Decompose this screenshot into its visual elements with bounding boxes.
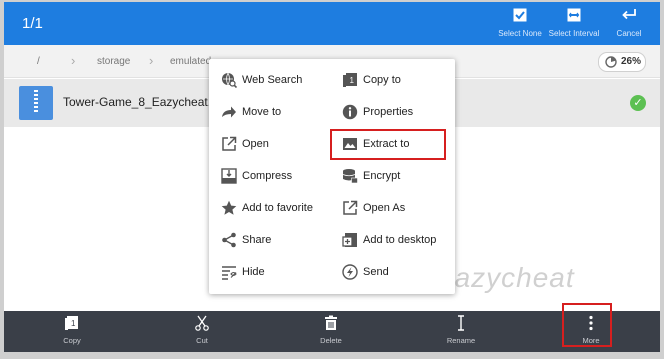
copy-button[interactable]: 1 Copy [37,315,107,345]
cancel-label: Cancel [616,29,642,38]
send-icon [342,264,358,280]
menu-item-label: Share [242,234,272,246]
copy-icon: 1 [37,315,107,333]
checkmark-icon[interactable]: ✓ [630,95,646,111]
menu-item-label: Open [242,138,269,150]
return-icon [597,8,660,26]
text-cursor-icon [426,315,496,333]
rename-button[interactable]: Rename [426,315,496,345]
menu-item-label: Add to favorite [242,202,313,214]
svg-text:1: 1 [350,76,355,85]
svg-text:1: 1 [71,319,76,328]
info-icon [342,104,358,120]
delete-button[interactable]: Delete [296,315,366,345]
add-to-desktop-icon [342,232,358,248]
open-as-icon [342,200,358,216]
rename-label: Rename [446,336,476,345]
scissors-icon [167,315,237,333]
move-arrow-icon [221,104,237,120]
extract-to-highlight [330,129,446,160]
file-name: Tower-Game_8_Eazycheat.zi [63,95,220,109]
encrypt-icon [342,168,358,184]
menu-item-label: Compress [242,170,293,182]
chevron-right-icon: › [71,53,76,68]
watermark: eazycheat [438,262,575,293]
menu-item-label: Move to [242,106,282,118]
open-external-icon [221,136,237,152]
menu-item-label: Copy to [363,74,401,86]
chevron-right-icon: › [149,53,154,68]
star-icon [221,200,237,216]
cut-button[interactable]: Cut [167,315,237,345]
menu-item-label: Properties [363,106,414,118]
zip-file-icon [19,86,53,120]
copy-to-icon: 1 [342,72,358,88]
delete-label: Delete [320,336,342,345]
menu-item-label: Send [363,266,389,278]
breadcrumb-root[interactable]: / [37,56,40,67]
more-options-menu: Web Search Move to Open Compress Add to … [209,59,455,294]
selection-count: 1/1 [22,15,43,32]
more-button-highlight [562,303,612,347]
cancel-button[interactable]: Cancel [597,8,660,38]
pie-chart-icon [605,56,617,71]
menu-item-label: Add to desktop [363,234,437,246]
hide-icon [221,264,237,280]
breadcrumb-emulated[interactable]: emulated [170,56,211,67]
trash-icon [296,315,366,333]
menu-item-label: Web Search [242,74,303,86]
compress-icon [221,168,237,184]
web-search-icon [221,72,238,89]
share-icon [221,232,237,248]
storage-usage-badge[interactable]: 26% [598,52,646,72]
menu-item-label: Encrypt [363,170,401,182]
menu-item-label: Open As [363,202,406,214]
copy-label: Copy [63,336,81,345]
menu-item-label: Hide [242,266,265,278]
breadcrumb-storage[interactable]: storage [97,56,130,67]
selection-toolbar: 1/1 Select None Select Interval Cancel [4,2,660,45]
storage-usage-value: 26% [621,56,642,67]
cut-label: Cut [196,336,208,345]
